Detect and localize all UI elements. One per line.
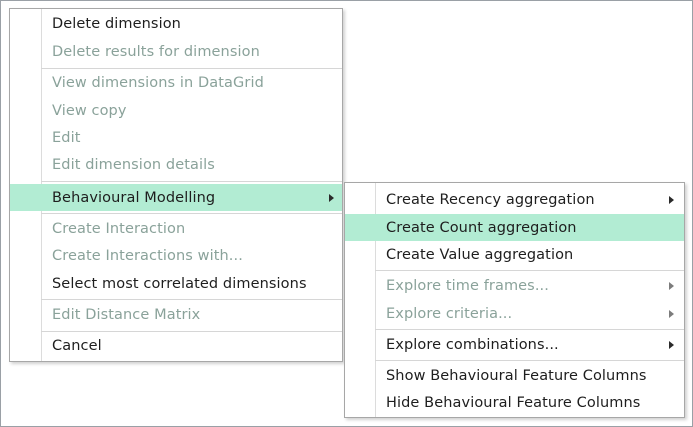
submenu-item-create-value[interactable]: Create Value aggregation <box>345 241 684 268</box>
chevron-right-icon <box>669 282 674 290</box>
menu-item-label: Edit Distance Matrix <box>52 306 201 323</box>
menu-item-label: Explore combinations... <box>386 336 559 353</box>
menu-item-label: Delete dimension <box>52 15 181 32</box>
menu-item-delete-results[interactable]: Delete results for dimension <box>10 38 342 65</box>
menu-item-label: View dimensions in DataGrid <box>52 74 264 91</box>
menu-item-create-interaction[interactable]: Create Interaction <box>10 215 342 242</box>
menu-separator <box>375 360 684 361</box>
menu-item-label: Delete results for dimension <box>52 43 260 60</box>
submenu-item-hide-feature-columns[interactable]: Hide Behavioural Feature Columns <box>345 389 684 416</box>
menu-item-label: View copy <box>52 102 127 119</box>
menu-item-label: Edit <box>52 129 81 146</box>
menu-item-behavioural-modelling[interactable]: Behavioural Modelling <box>10 184 342 211</box>
menu-item-label: Create Interaction <box>52 220 186 237</box>
menu-item-label: Select most correlated dimensions <box>52 275 307 292</box>
submenu-item-create-recency[interactable]: Create Recency aggregation <box>345 186 684 213</box>
submenu-item-explore-combinations[interactable]: Explore combinations... <box>345 331 684 358</box>
menu-item-select-most-correlated[interactable]: Select most correlated dimensions <box>10 270 342 297</box>
chevron-right-icon <box>329 194 334 202</box>
menu-separator <box>41 299 342 300</box>
menu-item-edit-distance-matrix[interactable]: Edit Distance Matrix <box>10 301 342 328</box>
chevron-right-icon <box>669 310 674 318</box>
submenu-item-explore-time-frames[interactable]: Explore time frames... <box>345 272 684 299</box>
menu-item-edit-dimension-details[interactable]: Edit dimension details <box>10 151 342 178</box>
menu-item-view-copy[interactable]: View copy <box>10 97 342 124</box>
menu-separator <box>375 270 684 271</box>
menu-item-label: Create Value aggregation <box>386 246 574 263</box>
submenu-item-create-count[interactable]: Create Count aggregation <box>345 214 684 241</box>
menu-item-label: Cancel <box>52 337 102 354</box>
submenu-item-explore-criteria[interactable]: Explore criteria... <box>345 300 684 327</box>
menu-item-edit[interactable]: Edit <box>10 124 342 151</box>
menu-item-label: Create Count aggregation <box>386 219 577 236</box>
menu-separator <box>41 181 342 182</box>
menu-item-cancel[interactable]: Cancel <box>10 332 342 359</box>
behavioural-modelling-submenu: Create Recency aggregation Create Count … <box>344 182 685 418</box>
menu-item-view-dimensions-datagrid[interactable]: View dimensions in DataGrid <box>10 69 342 96</box>
menu-item-delete-dimension[interactable]: Delete dimension <box>10 10 342 37</box>
chevron-right-icon <box>669 341 674 349</box>
menu-item-label: Behavioural Modelling <box>52 189 216 206</box>
menu-item-create-interactions-with[interactable]: Create Interactions with... <box>10 242 342 269</box>
menu-item-label: Show Behavioural Feature Columns <box>386 367 647 384</box>
menu-item-label: Explore criteria... <box>386 305 513 322</box>
menu-separator <box>375 329 684 330</box>
menu-item-label: Edit dimension details <box>52 156 215 173</box>
context-menu: Delete dimension Delete results for dime… <box>9 8 343 362</box>
submenu-item-show-feature-columns[interactable]: Show Behavioural Feature Columns <box>345 362 684 389</box>
menu-item-label: Hide Behavioural Feature Columns <box>386 394 641 411</box>
chevron-right-icon <box>669 196 674 204</box>
menu-item-label: Create Recency aggregation <box>386 191 595 208</box>
menu-item-label: Create Interactions with... <box>52 247 243 264</box>
menu-item-label: Explore time frames... <box>386 277 549 294</box>
menu-separator <box>41 213 342 214</box>
